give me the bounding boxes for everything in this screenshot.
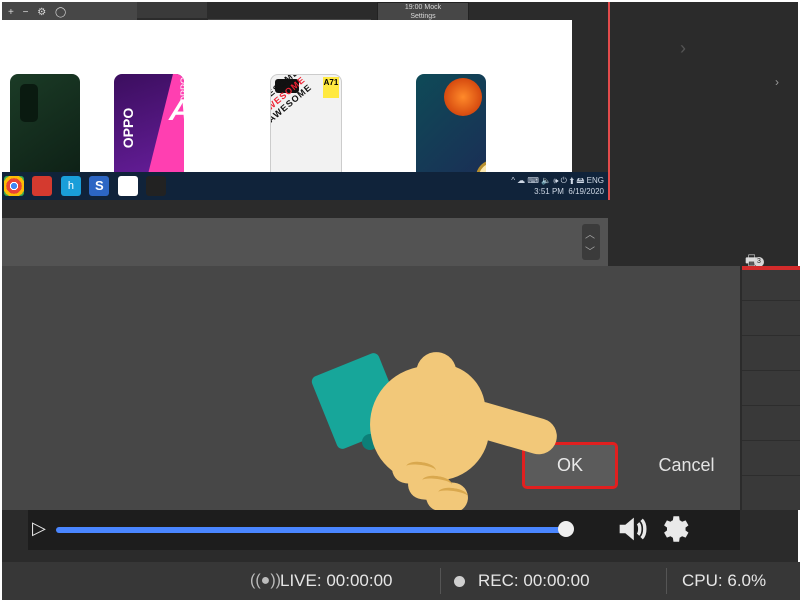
tray-time: 3:51 PM (534, 187, 564, 196)
cancel-button[interactable]: Cancel (634, 442, 739, 489)
taskbar-app-icon[interactable] (32, 176, 52, 196)
panel-row[interactable] (742, 301, 800, 336)
panel-row[interactable] (742, 266, 800, 301)
play-icon[interactable]: ▷ (32, 518, 46, 539)
webpage-preview: OPPO A OPPO A92 A71 AWESOME AWESOME AWES… (2, 20, 572, 172)
system-tray[interactable]: ^ ☁ ⌨ 🔈 🕪 ⏻ ⬆ 🖴 ENG 3:51 PM 6/19/2020 (511, 172, 604, 197)
cpu-status: CPU: 6.0% (682, 571, 766, 591)
source-toolbar-glyphs: + − ⚙ ◯ (2, 7, 69, 18)
windows-taskbar: h S ^ ☁ ⌨ 🔈 🕪 ⏻ ⬆ 🖴 ENG 3:51 PM 6/19/202… (2, 172, 608, 200)
cpu-label: CPU: (682, 571, 723, 590)
status-bar: ((●)) LIVE: 00:00:00 REC: 00:00:00 CPU: … (2, 562, 800, 600)
panel-row[interactable] (742, 441, 800, 476)
rec-indicator-icon (454, 576, 465, 587)
rec-status: REC: 00:00:00 (478, 571, 590, 591)
product-phone-1 (10, 74, 80, 184)
product-phone-oppo: OPPO A OPPO A92 (114, 74, 184, 184)
chevron-down-icon[interactable]: ﹀ (585, 243, 595, 258)
chevron-right-icon[interactable]: › (775, 75, 779, 89)
live-indicator-icon: ((●)) (250, 572, 281, 590)
snagit-icon[interactable]: S (89, 176, 109, 196)
tray-date: 6/19/2020 (568, 187, 604, 196)
chevron-up-icon[interactable]: ︿ (585, 226, 595, 241)
taskbar-app-icon[interactable] (118, 176, 138, 196)
panel-label (137, 2, 207, 18)
rec-label: REC: (478, 571, 519, 590)
panel-row[interactable] (742, 336, 800, 371)
divider (666, 568, 667, 594)
live-label: LIVE: (280, 571, 322, 590)
phone-model-label: OPPO A92 (179, 74, 184, 103)
phone-brand-label: OPPO (120, 108, 136, 148)
chrome-icon[interactable] (4, 176, 24, 196)
right-panel (742, 266, 800, 510)
panel-row[interactable] (742, 371, 800, 406)
gear-icon[interactable] (658, 512, 692, 546)
pointing-hand-annotation (322, 344, 532, 514)
panel-row[interactable] (742, 406, 800, 441)
tray-icons: ^ ☁ ⌨ 🔈 🕪 ⏻ ⬆ 🖴 (511, 176, 584, 185)
volume-slider-fill (56, 527, 564, 533)
taskbar-app-icon[interactable]: h (61, 176, 81, 196)
sources-panel: ︿ ﹀ (2, 218, 608, 266)
chevron-right-icon[interactable]: › (680, 38, 686, 59)
divider (440, 568, 441, 594)
volume-slider-knob[interactable] (558, 521, 574, 537)
product-phone-4: ĐỘC QUYỀN (416, 74, 486, 184)
menu-line: 19:00 Mock (378, 3, 468, 12)
source-toolbar[interactable]: + − ⚙ ◯ (2, 2, 137, 20)
preview-area: + − ⚙ ◯ 19:00 Mock Settings Full OPPO A … (2, 2, 610, 200)
scroll-control[interactable]: ︿ ﹀ (582, 224, 600, 260)
speaker-icon[interactable] (614, 512, 648, 546)
live-status: LIVE: 00:00:00 (280, 571, 393, 591)
obs-icon[interactable] (146, 176, 166, 196)
live-time: 00:00:00 (326, 571, 392, 590)
tray-lang: ENG (587, 176, 604, 185)
cpu-value: 6.0% (727, 571, 766, 590)
rec-time: 00:00:00 (523, 571, 589, 590)
product-phone-awesome: A71 AWESOME AWESOME AWESOME (270, 74, 342, 186)
